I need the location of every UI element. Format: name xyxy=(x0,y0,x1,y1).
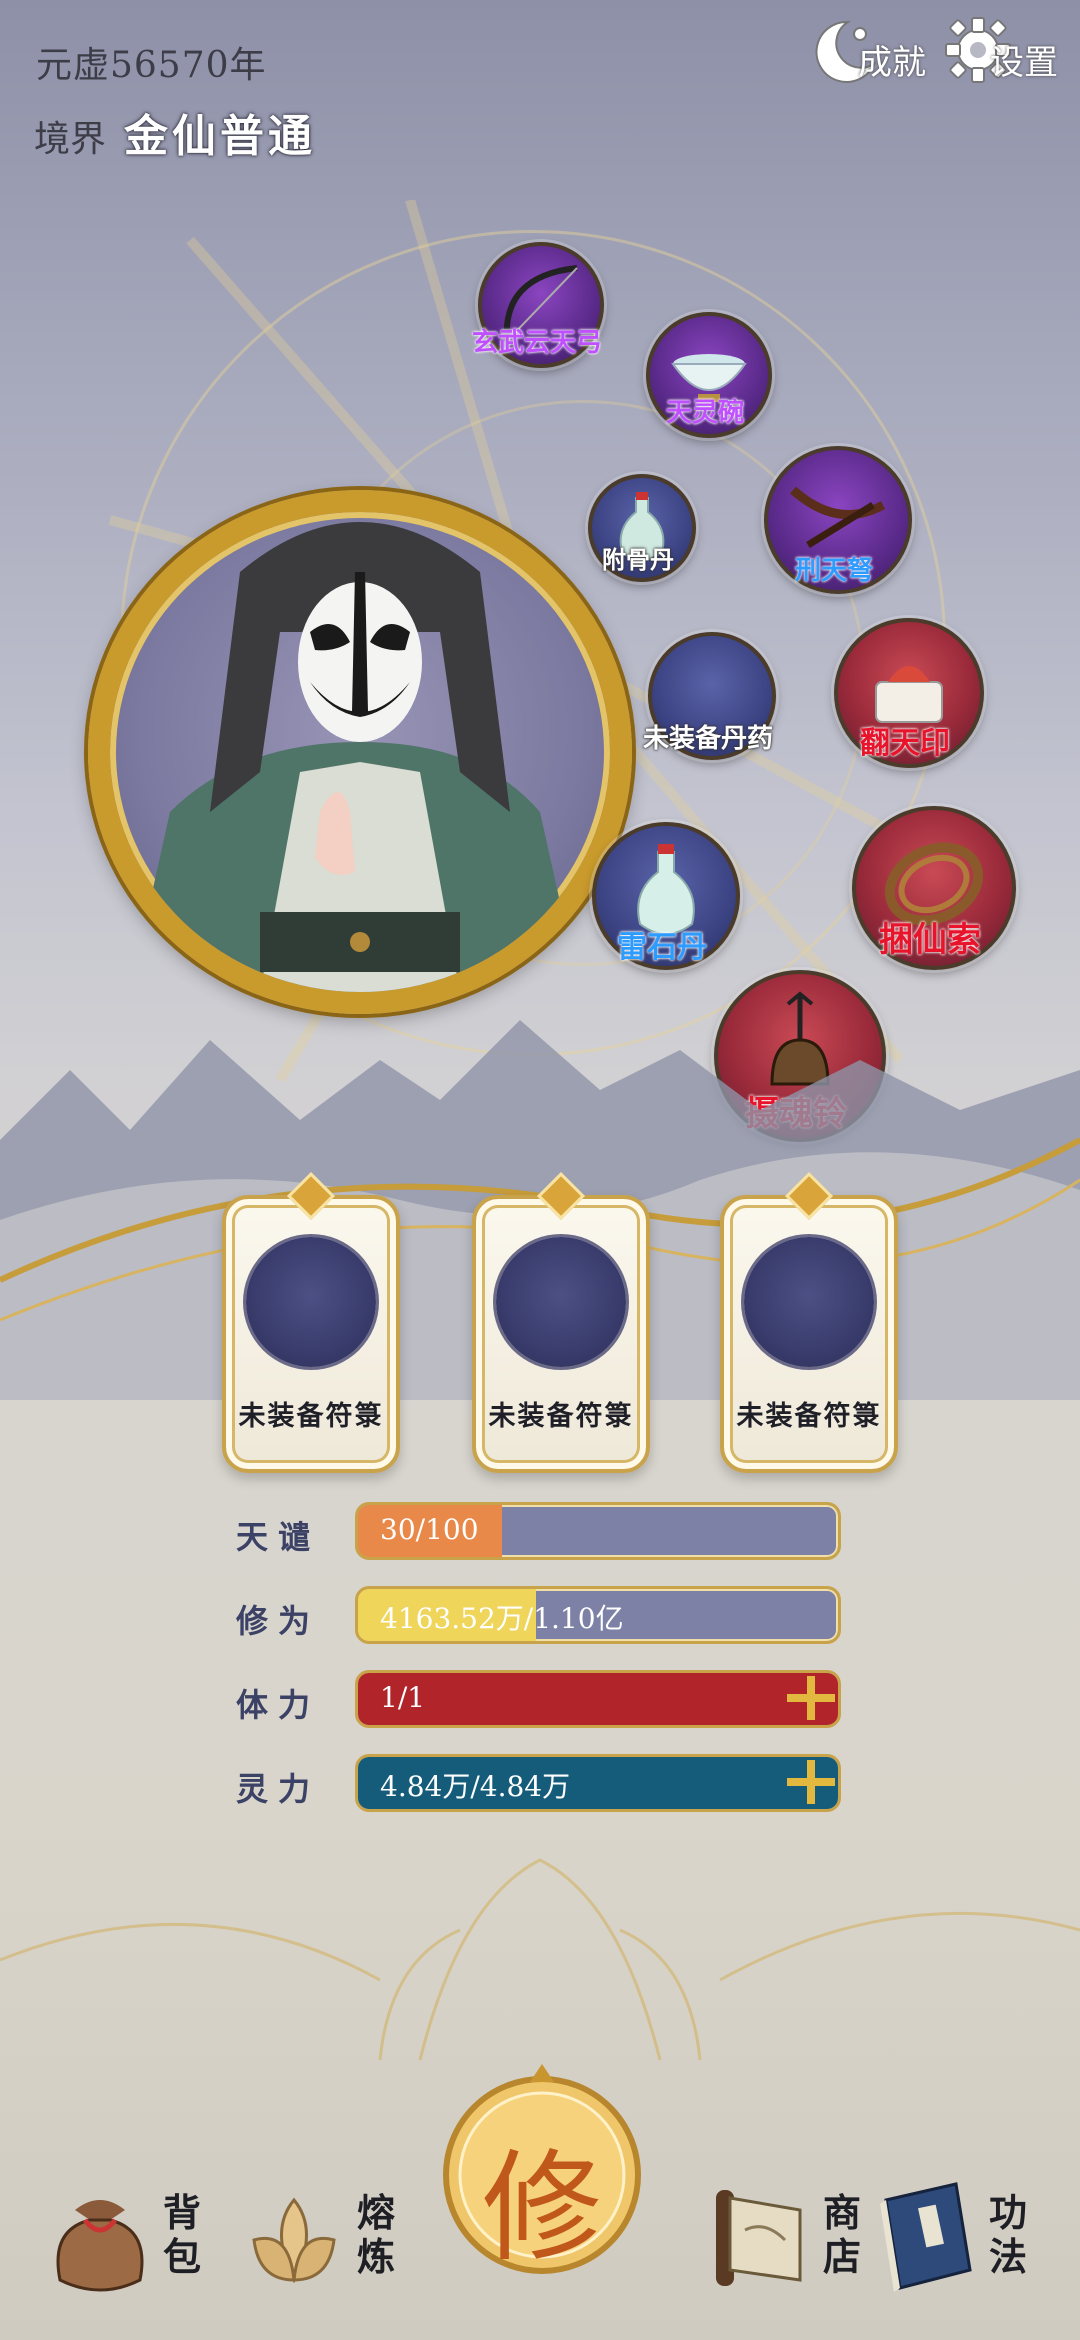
talisman-empty-socket xyxy=(246,1237,376,1367)
talisman-empty-socket xyxy=(744,1237,874,1367)
lotus-furnace-icon xyxy=(252,2197,336,2284)
achievements-button[interactable]: 成就 xyxy=(808,14,926,88)
nav-smelt-button[interactable]: 熔炼 xyxy=(234,2170,398,2300)
lotus-decoration xyxy=(0,1858,1080,2061)
stat-value: 4163.52万/1.10亿 xyxy=(380,1602,624,1635)
realm-label: 境界 xyxy=(34,119,107,160)
stat-label-stamina: 体力 xyxy=(236,1686,321,1724)
add-stamina-button[interactable] xyxy=(776,1672,846,1724)
nav-smelt-label: 熔炼 xyxy=(356,2190,395,2279)
stat-label-cultivation: 修为 xyxy=(236,1602,321,1640)
equip-label-bowl: 天灵碗 xyxy=(665,398,745,428)
equip-label-pill-1: 附骨丹 xyxy=(602,545,674,574)
stat-value: 30/100 xyxy=(380,1513,479,1546)
book-icon xyxy=(880,2182,972,2292)
talisman-label: 未装备符箓 xyxy=(238,1401,384,1432)
talisman-slot[interactable]: 未装备符箓 xyxy=(720,1171,898,1473)
talisman-label: 未装备符箓 xyxy=(488,1401,634,1432)
stat-value: 1/1 xyxy=(380,1681,426,1714)
stat-fill xyxy=(358,1673,838,1725)
stat-label-heavenly-punishment: 天谴 xyxy=(236,1518,321,1556)
equip-label-crossbow: 刑天弩 xyxy=(794,556,874,586)
equip-label-bow: 玄武云天弓 xyxy=(471,328,603,358)
cultivate-button[interactable]: 修 xyxy=(442,2060,642,2280)
nav-shop-button[interactable]: 商店 xyxy=(700,2170,864,2300)
cultivate-label: 修 xyxy=(482,2139,602,2278)
nav-bag-label: 背包 xyxy=(162,2190,201,2279)
talisman-label: 未装备符箓 xyxy=(736,1401,882,1432)
stat-bar-stamina: 1/1 xyxy=(355,1670,841,1728)
era-year: 元虚56570年 xyxy=(36,45,267,86)
nav-shop-label: 商店 xyxy=(822,2190,861,2279)
equip-label-rope: 捆仙索 xyxy=(879,920,981,960)
equip-label-pill-2: 雷石丹 xyxy=(617,930,707,965)
settings-button[interactable]: 设置 xyxy=(944,14,1058,88)
talisman-slot[interactable]: 未装备符箓 xyxy=(222,1171,400,1473)
equip-label-seal: 翻天印 xyxy=(860,726,950,761)
realm-value: 金仙普通 xyxy=(124,111,317,162)
stat-bar-heavenly-punishment: 30/100 xyxy=(355,1502,841,1560)
stat-bar-cultivation: 4163.52万/1.10亿 xyxy=(355,1586,841,1644)
character-portrait[interactable] xyxy=(88,490,632,1014)
equip-label-pill-empty: 未装备丹药 xyxy=(642,724,774,754)
nav-bag-button[interactable]: 背包 xyxy=(40,2170,204,2300)
talisman-empty-socket xyxy=(496,1237,626,1367)
talisman-slot[interactable]: 未装备符箓 xyxy=(472,1171,650,1473)
bag-icon xyxy=(56,2200,144,2292)
achievements-label: 成就 xyxy=(858,43,926,83)
scroll-map-icon xyxy=(716,2190,802,2286)
realm-row: 境界 金仙普通 xyxy=(34,100,316,164)
nav-skills-button[interactable]: 功法 xyxy=(866,2170,1030,2300)
settings-label: 设置 xyxy=(990,43,1058,83)
plus-icon xyxy=(787,1676,835,1720)
nav-skills-label: 功法 xyxy=(988,2190,1027,2279)
character-avatar xyxy=(130,522,580,992)
